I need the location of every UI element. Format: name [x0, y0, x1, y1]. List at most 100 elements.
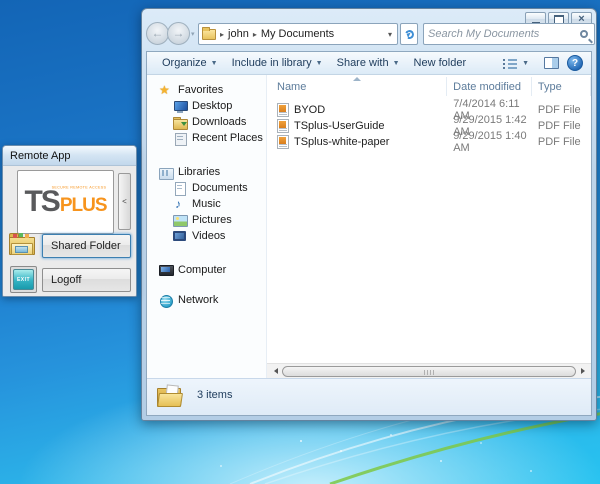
date-header-label: Date modified	[453, 81, 521, 93]
star-icon	[159, 84, 173, 97]
libraries-icon	[159, 166, 173, 179]
explorer-window: × ← → ▾ ▸ john ▸ My Documents ▾	[141, 8, 597, 421]
views-icon	[503, 58, 517, 69]
type-header-label: Type	[538, 81, 562, 93]
collapse-panel-button[interactable]: <	[118, 173, 131, 230]
file-name: BYOD	[294, 104, 325, 116]
breadcrumb-my-documents[interactable]: My Documents	[261, 28, 334, 40]
music-icon	[173, 198, 187, 211]
forward-button[interactable]: →	[167, 22, 190, 45]
network-label: Network	[178, 294, 218, 306]
shared-folder-icon[interactable]	[8, 230, 38, 260]
file-name: TSplus-UserGuide	[294, 120, 384, 132]
sort-ascending-icon	[353, 77, 361, 81]
column-header-name[interactable]: Name	[267, 77, 447, 96]
remote-app-body: TS PLUS SECURE REMOTE ACCESS < Shared Fo…	[3, 166, 136, 297]
include-label: Include in library	[232, 57, 312, 69]
status-bar: 3 items	[147, 378, 591, 415]
file-list: Name Date modified Type	[267, 75, 591, 363]
computer-label: Computer	[178, 264, 226, 276]
search-box[interactable]	[423, 23, 595, 45]
logoff-button[interactable]: Logoff	[42, 268, 131, 292]
item-count: 3 items	[197, 386, 232, 401]
chevron-down-icon: ▼	[316, 60, 323, 67]
new-folder-button[interactable]: New folder	[407, 55, 474, 71]
wallpaper-sparkles	[300, 440, 302, 442]
column-header-date-modified[interactable]: Date modified	[447, 77, 532, 96]
scroll-left-arrow[interactable]	[267, 364, 281, 378]
navigation-pane: Favorites Desktop Downloads Recent	[147, 75, 267, 378]
new-folder-label: New folder	[414, 57, 467, 69]
sidebar-item-music[interactable]: Music	[147, 196, 266, 212]
folder-icon	[157, 385, 185, 409]
file-name-cell: TSplus-white-paper	[267, 135, 447, 149]
recent-places-icon	[173, 132, 187, 145]
command-toolbar: Organize ▼ Include in library ▼ Share wi…	[147, 52, 591, 75]
column-header-type[interactable]: Type	[532, 77, 591, 96]
remote-app-titlebar[interactable]: Remote App	[3, 146, 136, 166]
remote-app-window: Remote App TS PLUS SECURE REMOTE ACCESS …	[2, 145, 137, 297]
help-icon[interactable]: ?	[567, 55, 583, 71]
file-row-byod[interactable]: BYOD 7/4/2014 6:11 AM PDF File	[267, 102, 591, 118]
logo-ts-text: TS	[24, 187, 58, 217]
network-icon	[159, 294, 173, 307]
scrollbar-thumb[interactable]	[282, 366, 576, 377]
include-in-library-menu[interactable]: Include in library ▼	[225, 55, 330, 71]
sidebar-item-computer[interactable]: Computer	[147, 262, 266, 278]
downloads-icon	[173, 116, 187, 129]
preview-pane-button[interactable]	[544, 57, 559, 69]
documents-icon	[173, 182, 187, 195]
file-date: 9/29/2015 1:40 AM	[447, 130, 532, 154]
file-name: TSplus-white-paper	[294, 136, 389, 148]
chevron-left-icon: <	[122, 197, 127, 206]
sidebar-item-videos[interactable]: Videos	[147, 228, 266, 244]
file-list-area: Name Date modified Type	[267, 75, 591, 378]
chevron-down-icon: ▼	[522, 60, 529, 67]
column-headers: Name Date modified Type	[267, 77, 591, 96]
sidebar-item-pictures[interactable]: Pictures	[147, 212, 266, 228]
videos-label: Videos	[192, 230, 225, 242]
sidebar-item-documents[interactable]: Documents	[147, 180, 266, 196]
search-input[interactable]	[428, 28, 580, 40]
back-button[interactable]: ←	[146, 22, 169, 45]
sidebar-item-downloads[interactable]: Downloads	[147, 114, 266, 130]
scroll-right-arrow[interactable]	[577, 364, 591, 378]
breadcrumb-john[interactable]: john	[228, 28, 249, 40]
pdf-file-icon	[277, 103, 289, 117]
logo-plus-text: PLUS	[60, 196, 107, 215]
shared-folder-button[interactable]: Shared Folder	[42, 234, 131, 258]
share-with-menu[interactable]: Share with ▼	[330, 55, 407, 71]
share-label: Share with	[337, 57, 389, 69]
exit-badge: EXIT	[13, 269, 34, 290]
sidebar-item-desktop[interactable]: Desktop	[147, 98, 266, 114]
recent-places-label: Recent Places	[192, 132, 263, 144]
libraries-label: Libraries	[178, 166, 220, 178]
history-dropdown-icon[interactable]: ▾	[191, 30, 195, 38]
chevron-down-icon: ▼	[211, 60, 218, 67]
change-view-button[interactable]: ▼	[496, 56, 536, 71]
breadcrumb-arrow-icon[interactable]: ▸	[249, 30, 261, 39]
sidebar-item-network[interactable]: Network	[147, 292, 266, 308]
file-row-tsplus-userguide[interactable]: TSplus-UserGuide 9/29/2015 1:42 AM PDF F…	[267, 118, 591, 134]
desktop-label: Desktop	[192, 100, 232, 112]
breadcrumb-arrow-icon[interactable]: ▸	[216, 30, 228, 39]
address-bar[interactable]: ▸ john ▸ My Documents ▾	[198, 23, 398, 45]
documents-label: Documents	[192, 182, 248, 194]
logoff-icon[interactable]: EXIT	[10, 266, 37, 293]
refresh-icon	[403, 28, 415, 40]
sidebar-item-libraries[interactable]: Libraries	[147, 164, 266, 180]
sidebar-item-recent-places[interactable]: Recent Places	[147, 130, 266, 146]
computer-icon	[159, 264, 173, 277]
refresh-button[interactable]	[400, 23, 418, 45]
organize-menu[interactable]: Organize ▼	[155, 55, 225, 71]
horizontal-scrollbar[interactable]	[267, 363, 591, 378]
file-row-tsplus-white-paper[interactable]: TSplus-white-paper 9/29/2015 1:40 AM PDF…	[267, 134, 591, 150]
remote-app-title: Remote App	[10, 150, 71, 162]
music-label: Music	[192, 198, 221, 210]
pictures-label: Pictures	[192, 214, 232, 226]
pictures-icon	[173, 214, 187, 227]
tsplus-logo: TS PLUS SECURE REMOTE ACCESS	[17, 170, 114, 234]
desktop-background: × ← → ▾ ▸ john ▸ My Documents ▾	[0, 0, 600, 484]
sidebar-item-favorites[interactable]: Favorites	[147, 82, 266, 98]
address-dropdown-icon[interactable]: ▾	[386, 30, 394, 39]
